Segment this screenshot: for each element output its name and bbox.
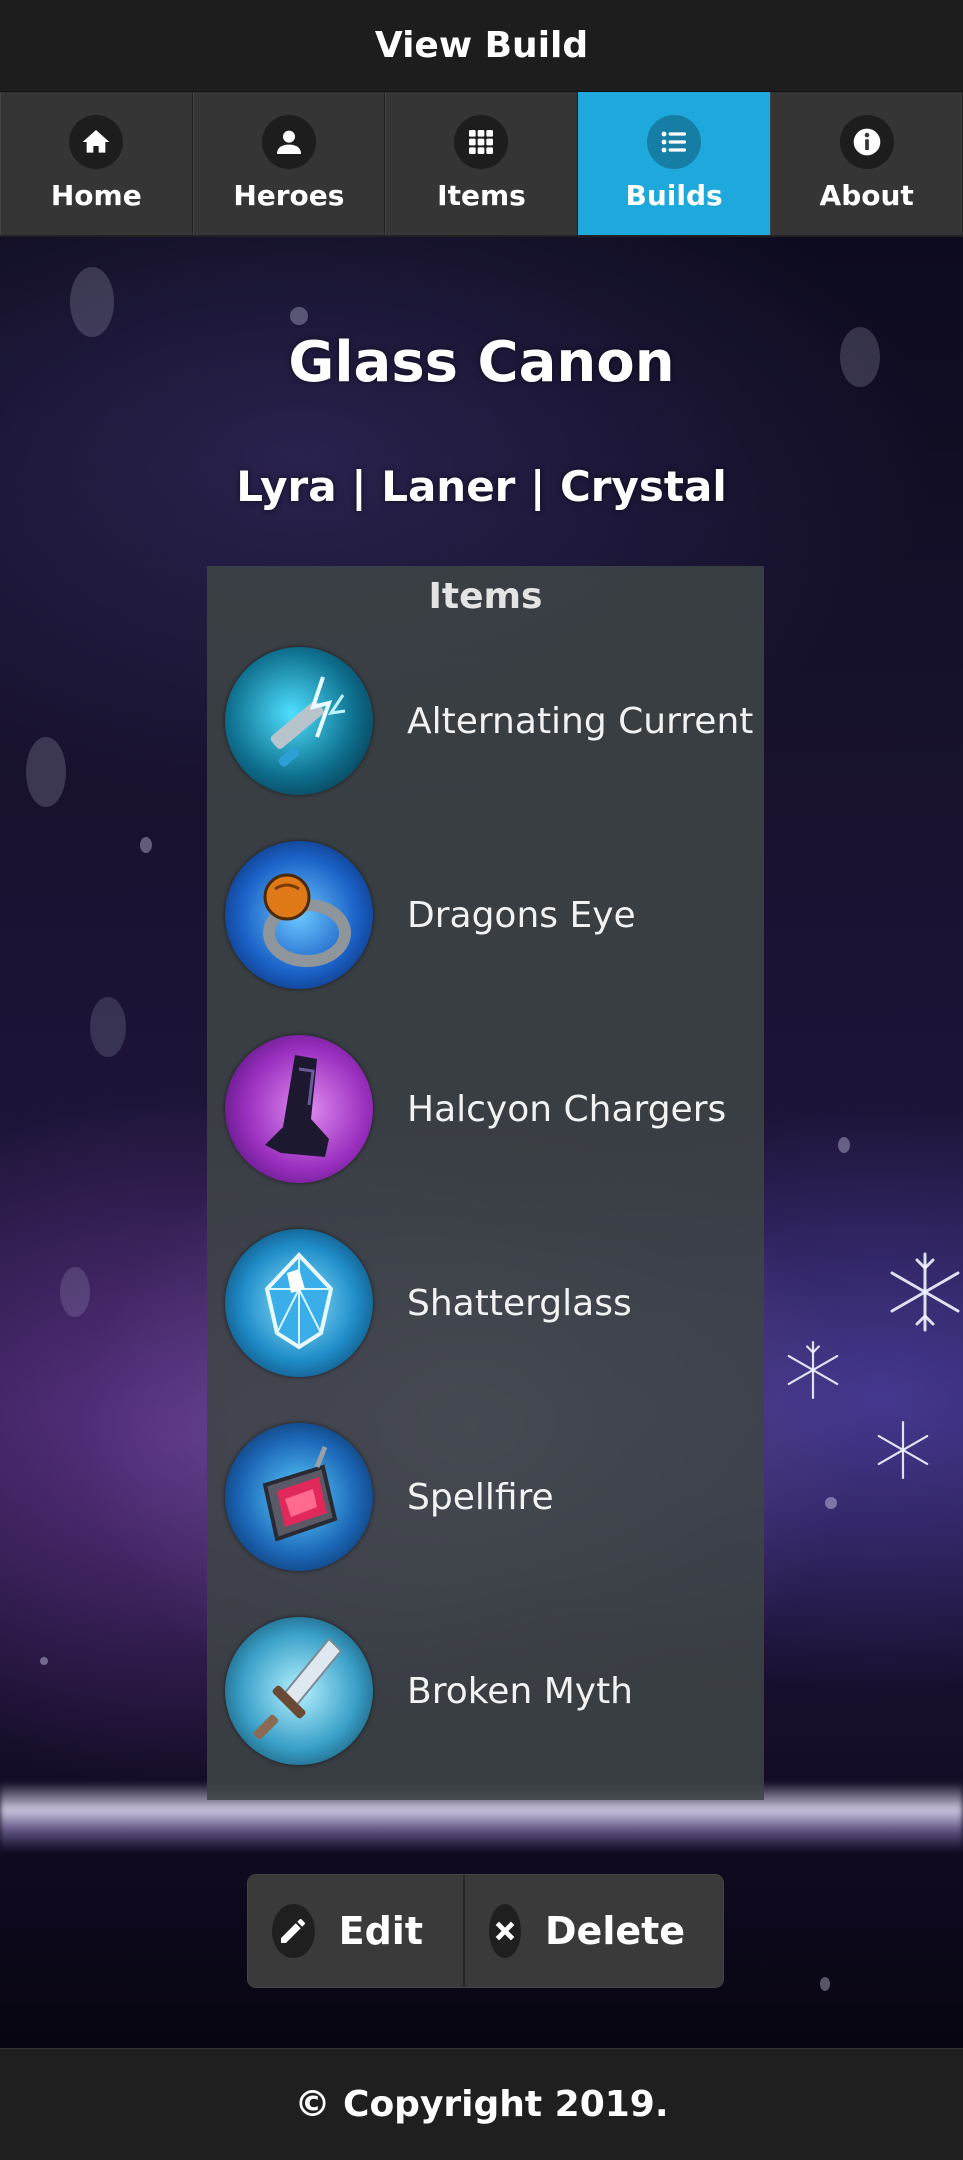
halcyon-chargers-icon (225, 1035, 373, 1183)
close-icon (489, 1904, 521, 1958)
item-row[interactable]: Halcyon Chargers (207, 1034, 764, 1184)
snow-particle (290, 307, 308, 325)
snow-particle (70, 267, 114, 337)
snowflake-icon (890, 1252, 960, 1332)
broken-myth-icon (225, 1617, 373, 1765)
build-meta: Lyra | Laner | Crystal (236, 462, 727, 511)
item-name: Shatterglass (407, 1282, 632, 1324)
item-name: Broken Myth (407, 1670, 634, 1712)
item-row[interactable]: Spellfire (207, 1422, 764, 1572)
snow-particle (140, 837, 152, 853)
nav-item-home[interactable]: Home (0, 92, 193, 235)
snow-particle (820, 1977, 830, 1991)
home-icon (69, 115, 124, 169)
nav-item-label: Home (50, 179, 142, 212)
shatterglass-icon (225, 1229, 373, 1377)
item-name: Alternating Current (407, 700, 754, 742)
alternating-current-icon (225, 647, 373, 795)
snow-particle (90, 997, 126, 1057)
snow-particle (825, 1497, 837, 1509)
user-icon (261, 115, 316, 169)
nav-item-heroes[interactable]: Heroes (192, 92, 386, 235)
item-row[interactable]: Broken Myth (207, 1616, 764, 1766)
item-name: Spellfire (407, 1476, 554, 1518)
snow-particle (60, 1267, 90, 1317)
action-button-group: Edit Delete (248, 1875, 723, 1987)
info-icon (839, 115, 894, 169)
nav-item-label: About (819, 179, 914, 212)
nav-item-about[interactable]: About (770, 92, 963, 235)
snow-particle (838, 1137, 850, 1153)
build-title: Glass Canon (288, 330, 675, 395)
nav-item-items[interactable]: Items (385, 92, 578, 235)
snow-particle (26, 737, 66, 807)
pencil-icon (272, 1904, 315, 1958)
grid-icon (454, 115, 509, 169)
delete-button-label: Delete (545, 1909, 686, 1953)
nav-item-label: Heroes (233, 179, 345, 212)
snow-particle (40, 1657, 48, 1665)
nav-item-label: Items (437, 179, 526, 212)
app-header: View Build (0, 0, 963, 92)
snowflake-icon (877, 1421, 929, 1479)
item-row[interactable]: Alternating Current (207, 646, 764, 796)
dragons-eye-icon (225, 841, 373, 989)
page-title: View Build (374, 25, 589, 66)
item-row[interactable]: Shatterglass (207, 1228, 764, 1378)
edit-button-label: Edit (338, 1909, 423, 1953)
copyright-text: © Copyright 2019. (294, 2084, 669, 2125)
snowflake-icon (787, 1341, 839, 1399)
list-icon (647, 115, 702, 169)
delete-button[interactable]: Delete (463, 1875, 723, 1987)
nav-bar: Home Heroes Items Builds About (0, 92, 963, 237)
items-panel: Items Alternating Current Dragons Eye Ha… (207, 566, 764, 1800)
edit-button[interactable]: Edit (248, 1875, 463, 1987)
spellfire-icon (225, 1423, 373, 1571)
app-footer: © Copyright 2019. (0, 2048, 963, 2160)
nav-item-label: Builds (625, 179, 723, 212)
item-name: Dragons Eye (407, 894, 636, 936)
nav-item-builds[interactable]: Builds (577, 92, 771, 235)
items-heading: Items (428, 576, 543, 617)
item-name: Halcyon Chargers (407, 1088, 727, 1130)
item-row[interactable]: Dragons Eye (207, 840, 764, 990)
